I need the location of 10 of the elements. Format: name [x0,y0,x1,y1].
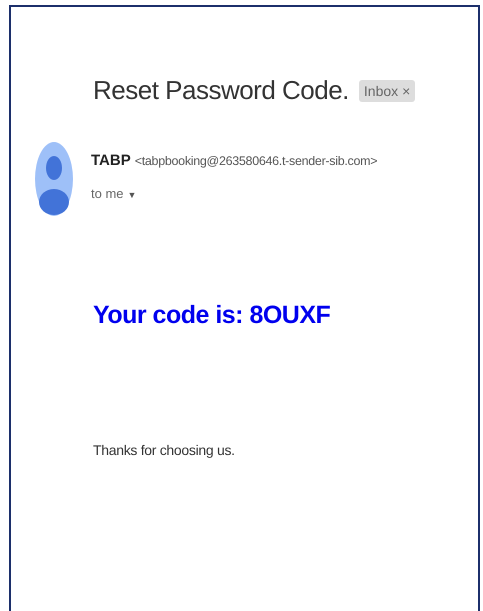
email-subject: Reset Password Code. [93,75,349,106]
avatar-icon [35,142,73,216]
code-heading: Your code is: 8OUXF [93,301,332,330]
remove-label-button[interactable]: × [402,82,410,98]
recipient-text: to me [91,186,124,201]
sender-name: TABP [91,152,131,169]
sender-address: <tabpbooking@263580646.t-sender-sib.com> [134,154,378,168]
closing-text: Thanks for choosing us. [93,442,236,458]
label-text: Inbox [364,82,398,98]
details-caret[interactable]: ▼ [128,190,136,200]
